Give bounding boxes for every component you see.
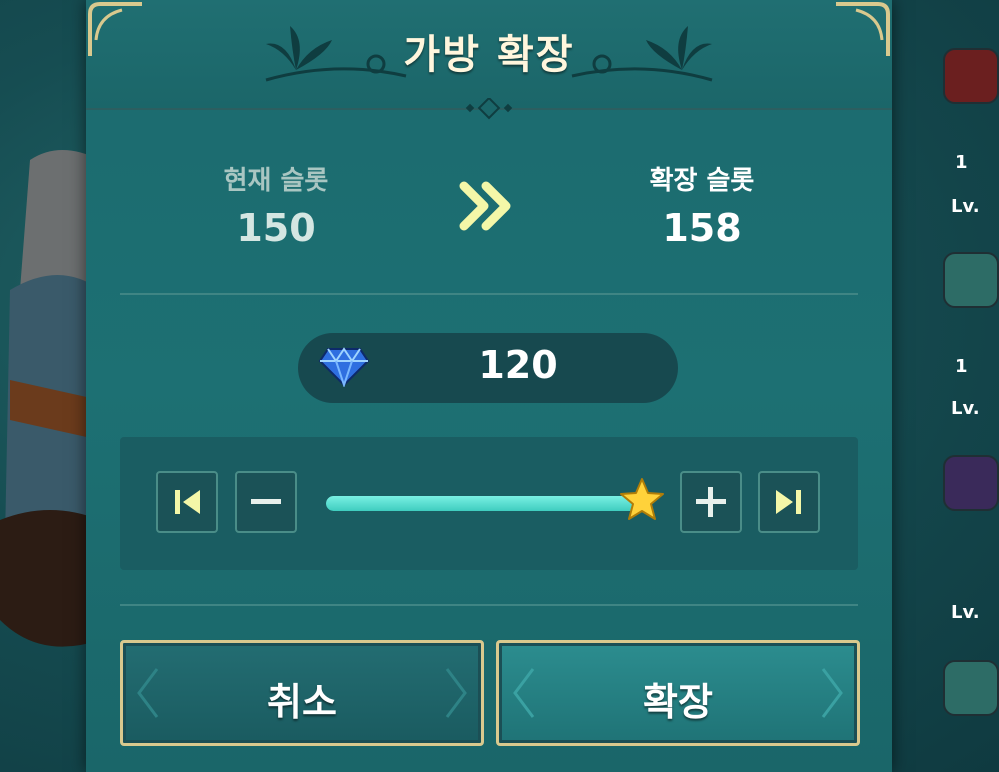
max-button[interactable] [758, 471, 820, 533]
cost-value: 120 [478, 343, 558, 387]
expand-button-label: 확장 [643, 680, 713, 724]
slider-fill [326, 496, 646, 511]
expand-bag-dialog: 가방 확장 현재 슬롯 150 확장 슬롯 158 120 취소 확장 [86, 0, 892, 772]
current-slot-label: 현재 슬롯 [223, 166, 329, 196]
current-slot-value: 150 [236, 206, 316, 250]
skip-to-end-icon [776, 490, 801, 514]
diamond-icon [318, 347, 370, 387]
cost-display: 120 [298, 333, 678, 403]
plus-icon [696, 487, 726, 517]
cancel-button[interactable]: 취소 [120, 640, 484, 746]
leaf-slot-icon [943, 252, 999, 308]
cancel-button-label: 취소 [267, 680, 337, 724]
divider [120, 293, 858, 295]
quantity-slider[interactable] [326, 478, 664, 520]
background-inventory-column: 1 Lv. 1 Lv. Lv. [889, 0, 999, 772]
expanded-slot-label: 확장 슬롯 [649, 166, 755, 196]
inventory-level-label: Lv. [951, 196, 980, 217]
dialog-title: 가방 확장 [403, 32, 575, 78]
dialog-header: 가방 확장 [86, 0, 892, 110]
min-button[interactable] [156, 471, 218, 533]
double-chevron-right-icon [459, 181, 511, 231]
leaf-slot-icon-2 [943, 660, 999, 716]
quantity-slider-panel [120, 437, 858, 570]
expanded-slot-value: 158 [662, 206, 742, 250]
inventory-badge: 1 [955, 356, 968, 377]
expand-button[interactable]: 확장 [496, 640, 860, 746]
star-slider-thumb-icon[interactable] [618, 476, 666, 524]
skip-to-start-icon [175, 490, 200, 514]
decrease-button[interactable] [235, 471, 297, 533]
moon-slot-icon [943, 455, 999, 511]
divider-gem-icon [465, 98, 513, 120]
fire-slot-icon [943, 48, 999, 104]
inventory-level-label: Lv. [951, 602, 980, 623]
inventory-badge: 1 [955, 152, 968, 173]
inventory-level-label: Lv. [951, 398, 980, 419]
minus-icon [251, 499, 281, 504]
divider [120, 604, 858, 606]
increase-button[interactable] [680, 471, 742, 533]
